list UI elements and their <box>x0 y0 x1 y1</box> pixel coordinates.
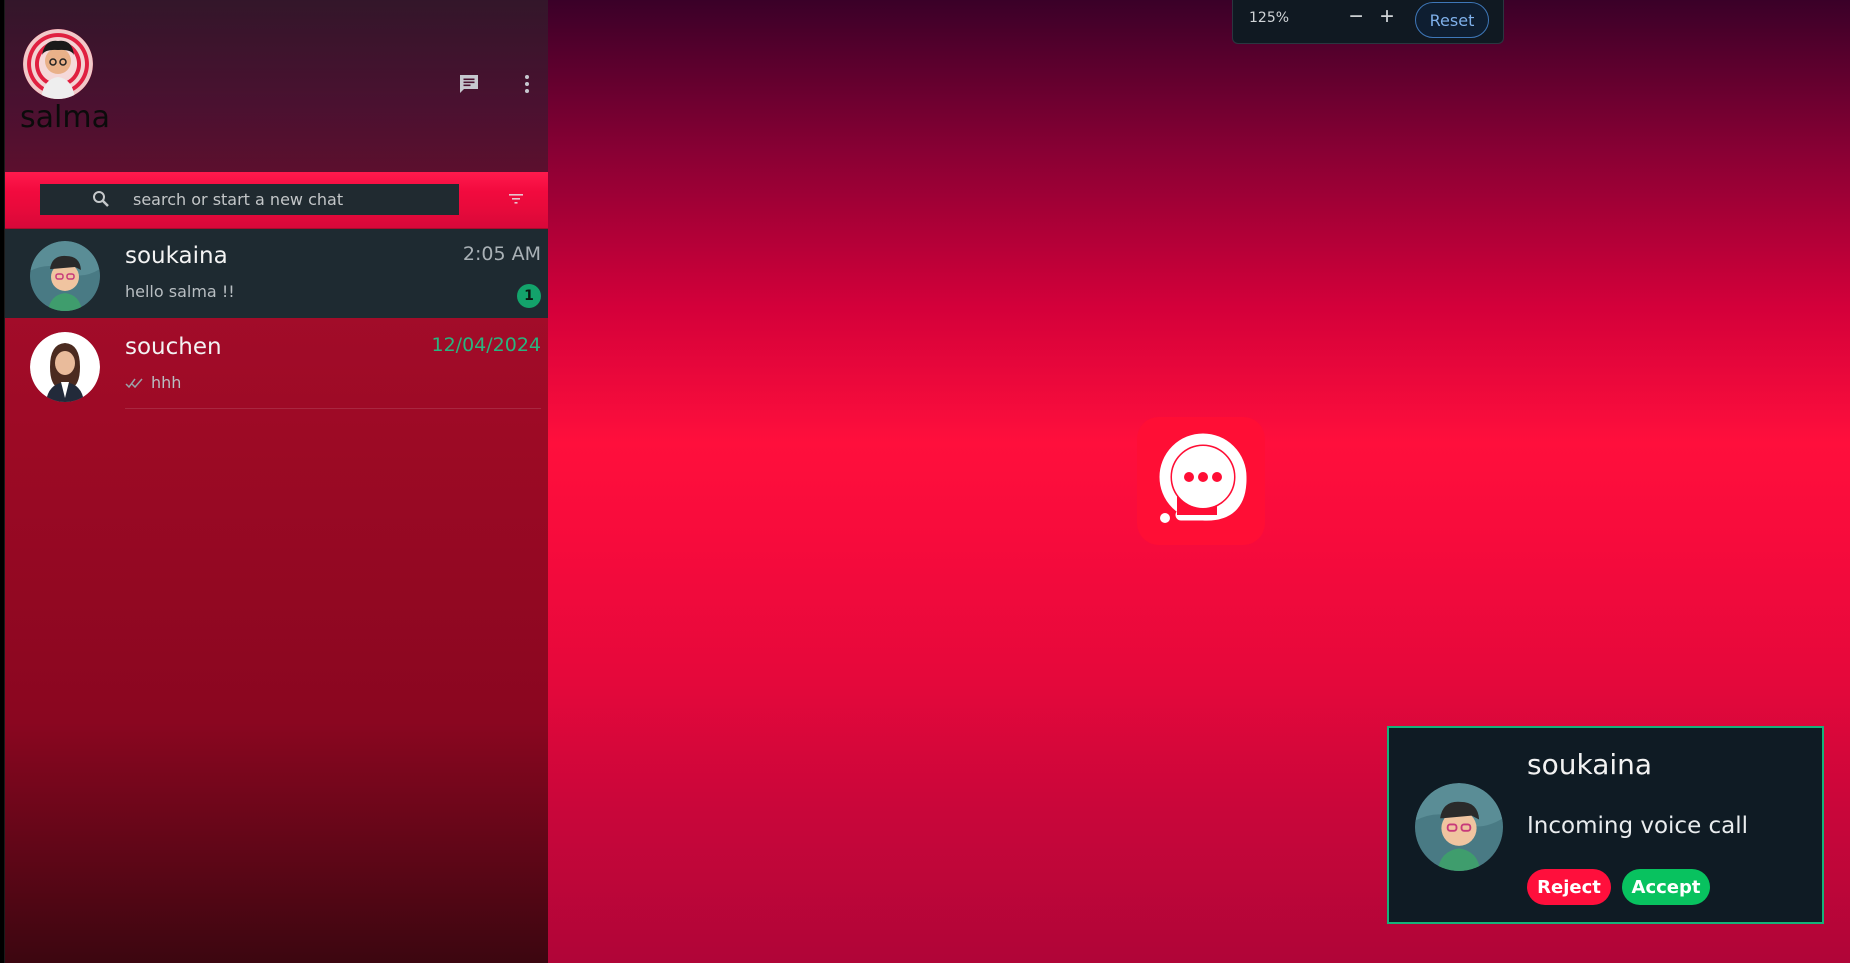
call-status: Incoming voice call <box>1527 813 1749 839</box>
search-box[interactable] <box>40 184 459 215</box>
unread-badge: 1 <box>517 284 541 308</box>
zoom-bar: 125% − + Reset <box>1232 0 1504 44</box>
app-logo-chat-icon <box>1137 417 1265 545</box>
chat-preview-text: hhh <box>151 373 182 392</box>
caller-avatar <box>1415 783 1503 871</box>
self-avatar-illustration <box>41 40 75 99</box>
chat-item[interactable]: souchen 12/04/2024 hhh <box>5 320 548 409</box>
avatar <box>30 241 100 311</box>
avatar <box>30 332 100 402</box>
chat-bubble-icon[interactable] <box>457 72 481 96</box>
double-check-icon <box>125 374 145 393</box>
self-username: salma <box>20 100 110 135</box>
sidebar-header: salma <box>5 0 548 172</box>
accept-call-button[interactable]: Accept <box>1622 869 1710 905</box>
zoom-level: 125% <box>1249 10 1290 26</box>
divider <box>125 408 541 409</box>
zoom-in-button[interactable]: + <box>1380 3 1394 31</box>
chat-time: 12/04/2024 <box>431 334 541 356</box>
chat-name: soukaina <box>125 243 228 269</box>
chat-preview: hello salma !! <box>125 282 235 301</box>
search-input[interactable] <box>133 184 453 215</box>
search-bar <box>5 172 548 228</box>
chat-preview: hhh <box>125 373 181 393</box>
incoming-call-popup: soukaina Incoming voice call Reject Acce… <box>1387 726 1824 924</box>
reject-call-button[interactable]: Reject <box>1527 869 1611 905</box>
search-icon <box>92 190 110 208</box>
chat-name: souchen <box>125 334 222 360</box>
chat-item[interactable]: soukaina 2:05 AM hello salma !! 1 <box>5 229 548 318</box>
self-avatar[interactable] <box>23 29 93 99</box>
zoom-out-button[interactable]: − <box>1349 3 1363 31</box>
sidebar: salma search or start a new chat soukain… <box>4 0 548 963</box>
filter-icon[interactable] <box>507 190 525 208</box>
caller-name: soukaina <box>1527 748 1653 781</box>
chat-time: 2:05 AM <box>462 243 541 265</box>
zoom-reset-button[interactable]: Reset <box>1415 2 1489 38</box>
more-vertical-icon[interactable] <box>515 72 539 96</box>
